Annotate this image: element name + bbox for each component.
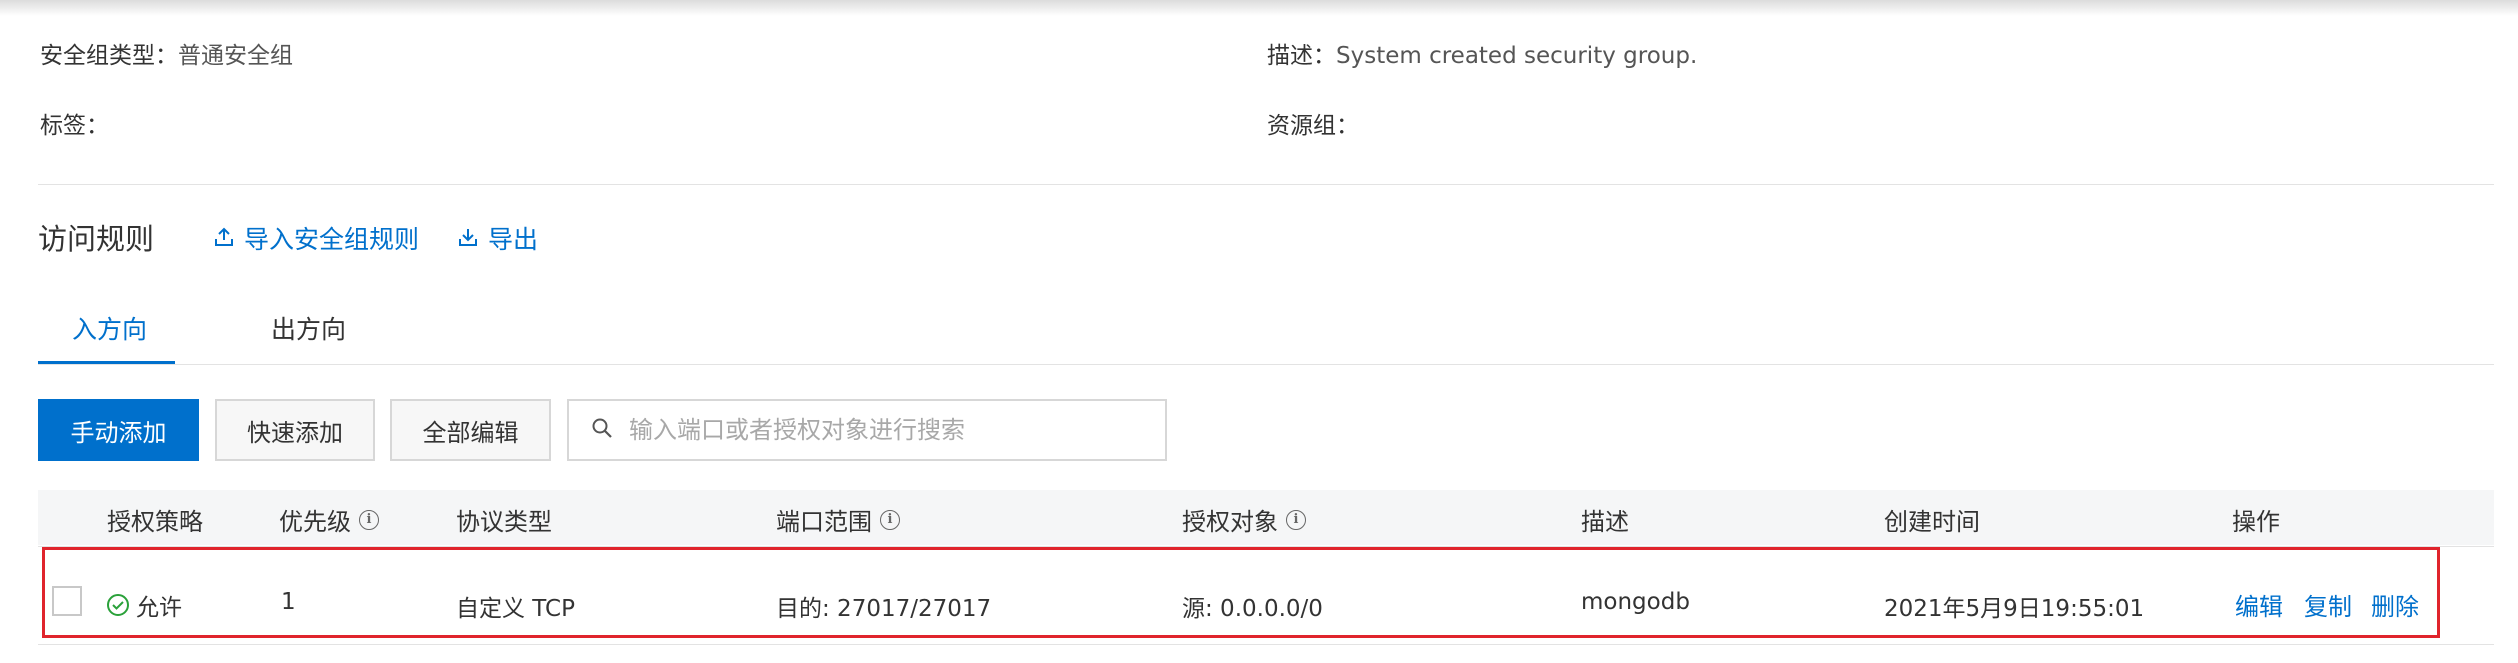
tab-inbound[interactable]: 入方向 [72,310,147,346]
row-port-range: 目的: 27017/27017 [776,596,992,622]
info-icon[interactable]: i [359,509,379,530]
check-circle-icon [106,593,130,617]
column-header-description: 描述 [1581,502,1629,537]
column-header-label: 操作 [2232,508,2280,536]
search-input[interactable] [627,415,1151,445]
column-header-created: 创建时间 [1884,502,1980,537]
resource-group-label: 资源组： [1267,113,1359,139]
row-priority: 1 [281,589,296,615]
import-rules-label: 导入安全组规则 [244,225,420,254]
row-created: 2021年5月9日19:55:01 [1884,596,2145,622]
policy-value: 允许 [136,595,182,621]
edit-all-button[interactable]: 全部编辑 [390,399,551,461]
quick-add-button[interactable]: 快速添加 [215,399,375,461]
row-protocol: 自定义 TCP [456,596,575,622]
column-header-label: 授权策略 [107,508,203,536]
copy-rule-link[interactable]: 复制 [2304,587,2352,622]
column-header-label: 描述 [1581,508,1629,536]
sg-description: 描述：System created security group. [1267,36,1697,70]
row-description: mongodb [1581,589,1690,615]
sg-tags: 标签： [40,106,109,140]
row-divider [38,644,2494,645]
edit-rule-link[interactable]: 编辑 [2235,587,2283,622]
section-divider [38,184,2494,185]
export-label: 导出 [488,225,539,254]
delete-rule-link[interactable]: 删除 [2371,587,2419,622]
column-header-actions: 操作 [2232,502,2280,537]
sg-type-value: 普通安全组 [178,43,293,69]
manual-add-button[interactable]: 手动添加 [38,399,199,461]
column-header-label: 创建时间 [1884,508,1980,536]
download-icon [458,224,478,253]
column-header-target: 授权对象 i [1182,502,1306,537]
search-box[interactable] [567,399,1167,461]
rules-section-title: 访问规则 [38,222,155,256]
tags-label: 标签： [40,113,109,139]
export-link[interactable]: 导出 [458,220,538,256]
info-icon[interactable]: i [880,509,900,530]
row-target: 源: 0.0.0.0/0 [1182,596,1323,622]
column-header-protocol: 协议类型 [456,502,552,537]
column-header-label: 协议类型 [456,508,552,536]
import-rules-link[interactable]: 导入安全组规则 [214,220,419,256]
row-checkbox[interactable] [52,586,82,616]
search-icon [591,417,613,443]
sg-type-label: 安全组类型： [40,43,178,69]
column-header-label: 优先级 [279,508,351,536]
column-header-label: 端口范围 [776,508,872,536]
sg-resource-group: 资源组： [1267,106,1359,140]
description-value: System created security group. [1336,43,1698,69]
tab-outbound[interactable]: 出方向 [271,310,346,346]
column-header-policy: 授权策略 [107,502,203,537]
tabs-divider [38,364,2494,365]
column-header-label: 授权对象 [1182,508,1278,536]
info-icon[interactable]: i [1286,509,1306,530]
upload-icon [214,224,234,253]
top-shadow [0,0,2518,16]
sg-type: 安全组类型：普通安全组 [40,36,293,70]
column-header-priority: 优先级 i [279,502,379,537]
column-header-port-range: 端口范围 i [776,502,900,537]
row-policy: 允许 [106,588,182,622]
description-label: 描述： [1267,43,1336,69]
